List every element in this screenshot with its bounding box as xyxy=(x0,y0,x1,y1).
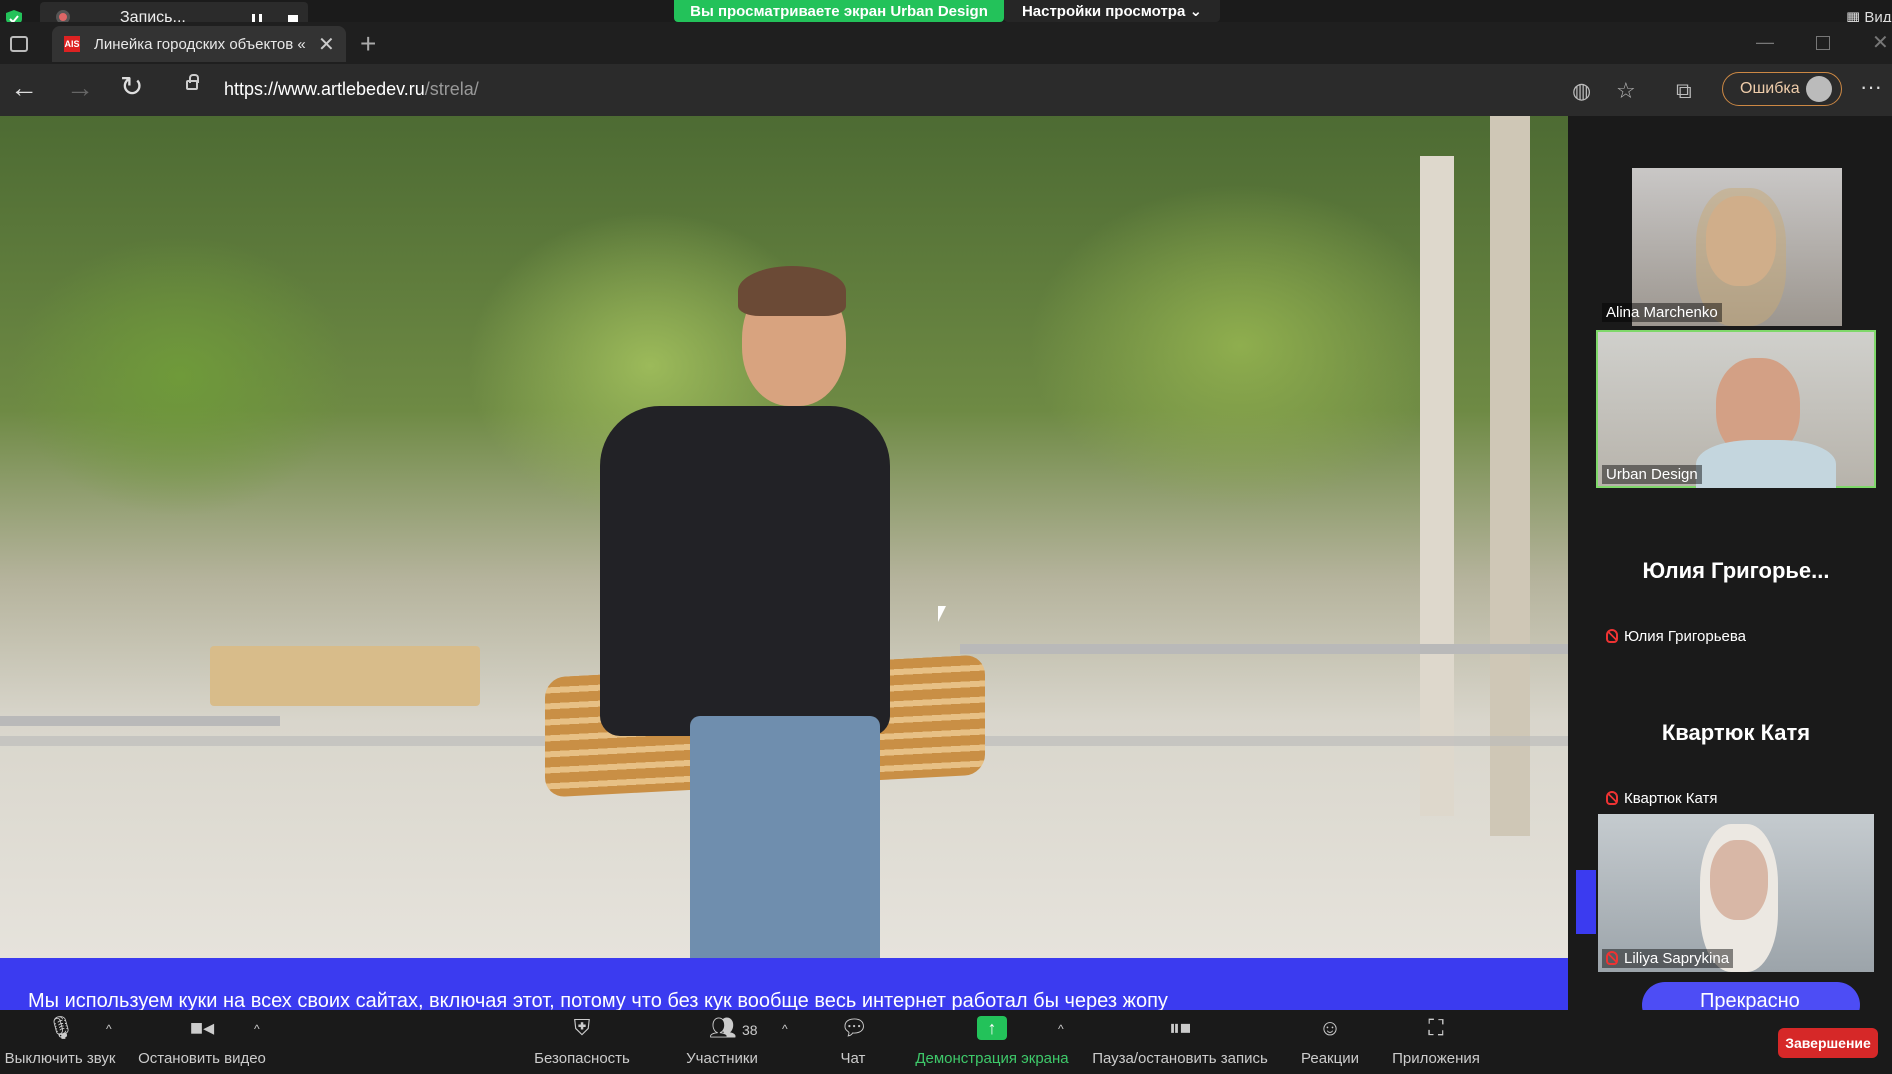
microphone-icon: 🎙︎ xyxy=(47,1015,75,1040)
background-bench xyxy=(210,646,480,706)
participant-tile[interactable]: Квартюк Катя Квартюк Катя xyxy=(1596,654,1876,812)
favorite-star-icon[interactable]: ☆ xyxy=(1616,78,1636,104)
window-minimize-icon[interactable]: — xyxy=(1756,32,1774,53)
participant-name-row: Юлия Григорьева xyxy=(1602,627,1750,646)
pause-stop-record-icon: ⏸⏹ xyxy=(1168,1015,1191,1040)
tree-trunk xyxy=(1490,116,1530,836)
person-jeans xyxy=(690,716,880,958)
url-text[interactable]: https://www.artlebedev.ru/strela/ xyxy=(224,79,479,100)
window-restore-icon[interactable] xyxy=(1816,36,1830,50)
share-banner: Вы просматриваете экран Urban Design xyxy=(674,0,1004,22)
end-meeting-button[interactable]: Завершение xyxy=(1778,1028,1878,1058)
participant-name: Alina Marchenko xyxy=(1602,303,1722,322)
reactions-button[interactable]: ☺ Реакции xyxy=(1296,1015,1364,1068)
profile-avatar-icon xyxy=(1806,76,1832,102)
tab-actions-icon[interactable] xyxy=(10,36,28,52)
back-arrow-icon[interactable]: ← xyxy=(10,72,38,104)
mute-label: Выключить звук xyxy=(4,1050,116,1067)
tab-title: Линейка городских объектов « xyxy=(94,36,306,53)
video-options-chevron-icon[interactable]: ^ xyxy=(254,1022,260,1036)
reload-icon[interactable]: ↻ xyxy=(120,70,143,103)
shared-web-page xyxy=(0,116,1568,958)
participant-display-name: Квартюк Катя xyxy=(1661,720,1811,745)
participant-tile[interactable]: Alina Marchenko xyxy=(1596,168,1876,326)
participant-display-name: Юлия Григорье... xyxy=(1642,558,1830,583)
person-photo xyxy=(600,406,890,736)
mic-muted-icon xyxy=(1606,791,1618,805)
participant-name-row: Liliya Saprykina xyxy=(1602,949,1734,968)
page-side-tab[interactable] xyxy=(1576,870,1596,934)
record-label: Пауза/остановить запись xyxy=(1092,1050,1268,1067)
person-hair xyxy=(738,266,846,316)
participant-tile[interactable]: Liliya Saprykina xyxy=(1596,814,1876,972)
mute-button[interactable]: 🎙︎ Выключить звук xyxy=(2,1015,118,1068)
mic-muted-icon xyxy=(1606,629,1618,643)
street-pole xyxy=(1420,156,1454,816)
shield-icon: ⛨ xyxy=(573,1015,591,1040)
share-label: Демонстрация экрана xyxy=(915,1050,1069,1067)
fence-rail xyxy=(0,716,280,726)
forward-arrow-icon[interactable]: → xyxy=(66,72,94,104)
participant-name: Liliya Saprykina xyxy=(1624,950,1730,967)
reactions-label: Реакции xyxy=(1301,1050,1359,1067)
video-camera-icon: ■◂ xyxy=(189,1015,215,1040)
mouse-cursor-icon xyxy=(938,606,946,622)
more-options-icon[interactable]: ··· xyxy=(1860,74,1882,100)
chat-button[interactable]: 💬︎ Чат xyxy=(828,1015,878,1068)
participants-label: Участники xyxy=(686,1050,758,1067)
window-close-icon[interactable]: ✕ xyxy=(1872,30,1889,55)
participant-name: Юлия Григорьева xyxy=(1624,628,1747,645)
apps-label: Приложения xyxy=(1392,1050,1480,1067)
share-options-chevron-icon[interactable]: ^ xyxy=(1058,1022,1064,1036)
lock-icon[interactable] xyxy=(186,74,199,90)
url-path: /strela/ xyxy=(424,79,479,99)
participants-icon: 👥︎ xyxy=(709,1015,737,1040)
participants-options-chevron-icon[interactable]: ^ xyxy=(782,1022,788,1036)
security-button[interactable]: ⛨ Безопасность xyxy=(530,1015,634,1068)
security-label: Безопасность xyxy=(534,1050,630,1067)
record-control-button[interactable]: ⏸⏹ Пауза/остановить запись xyxy=(1088,1015,1272,1068)
new-tab-icon[interactable]: + xyxy=(360,28,376,60)
tab-close-icon[interactable]: ✕ xyxy=(318,32,335,57)
participant-name-row: Квартюк Катя xyxy=(1602,789,1722,808)
collections-icon[interactable]: ⧉ xyxy=(1676,78,1692,104)
participant-face xyxy=(1710,840,1768,920)
participant-name: Квартюк Катя xyxy=(1624,790,1718,807)
participant-name: Urban Design xyxy=(1602,465,1702,484)
fence-rail xyxy=(960,644,1568,654)
participant-tile[interactable]: Юлия Григорье... Юлия Григорьева xyxy=(1596,492,1876,650)
share-screen-icon: ↑ xyxy=(977,1016,1007,1040)
participant-tile-active[interactable]: Urban Design xyxy=(1596,330,1876,488)
url-domain: https://www.artlebedev.ru xyxy=(224,79,425,99)
reaction-smiley-icon: ☺ xyxy=(1318,1015,1342,1040)
apps-icon: ⛶ xyxy=(1428,1015,1444,1040)
mic-muted-icon xyxy=(1606,951,1618,965)
chat-bubble-icon: 💬︎ xyxy=(840,1015,868,1040)
chat-label: Чат xyxy=(840,1050,866,1067)
stop-video-button[interactable]: ■◂ Остановить видео xyxy=(134,1015,270,1068)
tab-favicon: AIS xyxy=(64,36,80,52)
tracking-prevention-icon[interactable]: ◍ xyxy=(1572,78,1591,104)
video-label: Остановить видео xyxy=(138,1050,266,1067)
view-settings-button[interactable]: Настройки просмотра ⌄ xyxy=(1004,0,1220,22)
share-screen-button[interactable]: ↑ Демонстрация экрана xyxy=(910,1016,1074,1067)
participant-shirt xyxy=(1696,440,1836,488)
participants-count: 38 xyxy=(742,1022,758,1038)
audio-options-chevron-icon[interactable]: ^ xyxy=(106,1022,112,1036)
profile-error-label: Ошибка xyxy=(1740,80,1800,97)
apps-button[interactable]: ⛶ Приложения xyxy=(1388,1015,1484,1068)
